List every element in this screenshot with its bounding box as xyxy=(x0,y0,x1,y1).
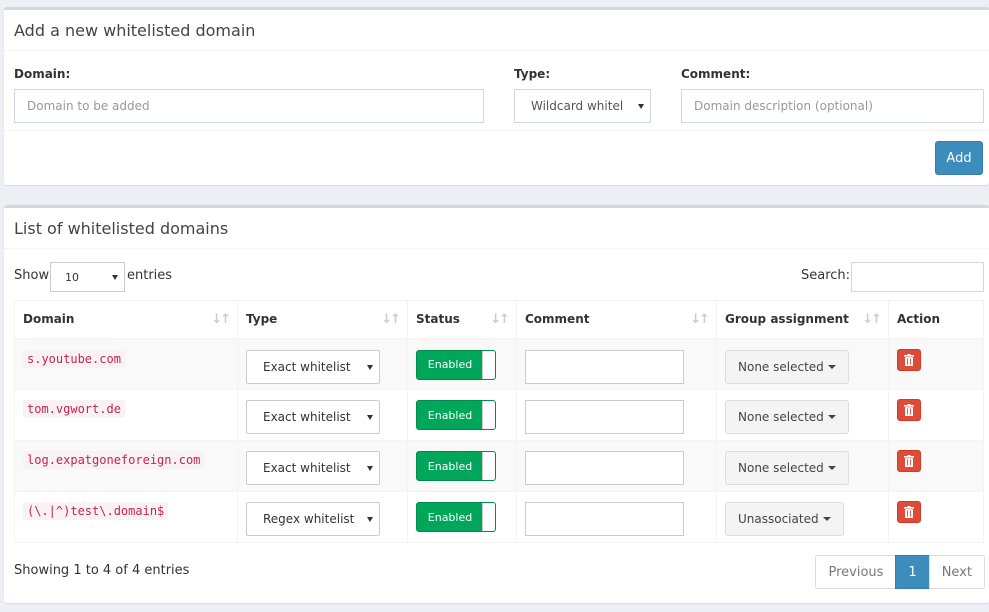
add-domain-divider xyxy=(4,130,989,131)
group-dropdown[interactable]: None selected xyxy=(725,349,849,384)
trash-icon xyxy=(904,353,914,366)
add-button[interactable]: Add xyxy=(935,141,983,175)
chevron-down-icon xyxy=(367,517,373,522)
type-select[interactable]: Wildcard whitel xyxy=(514,89,651,123)
table-info: Showing 1 to 4 of 4 entries xyxy=(14,563,190,578)
type-select[interactable]: Exact whitelist xyxy=(246,451,380,485)
comment-input[interactable] xyxy=(681,89,984,123)
add-domain-header: Add a new whitelisted domain xyxy=(4,10,989,51)
table-row: s.youtube.com Exact whitelist Enabled No… xyxy=(14,338,984,390)
delete-button[interactable] xyxy=(897,399,921,421)
trash-icon xyxy=(904,455,914,467)
domain-value: log.expatgoneforeign.com xyxy=(23,451,205,469)
domain-value: (\.|^)test\.domain$ xyxy=(23,502,169,520)
toggle-handle xyxy=(482,503,495,531)
pagination-previous[interactable]: Previous xyxy=(815,555,897,589)
comment-field[interactable] xyxy=(525,400,684,434)
chevron-down-icon xyxy=(367,466,373,471)
chevron-down-icon xyxy=(638,104,644,109)
caret-down-icon xyxy=(827,466,836,470)
comment-field[interactable] xyxy=(525,451,684,485)
domain-label: Domain: xyxy=(14,67,71,81)
domain-list-title: List of whitelisted domains xyxy=(14,218,229,238)
trash-icon xyxy=(904,506,914,518)
status-toggle[interactable]: Enabled xyxy=(416,451,496,481)
trash-icon xyxy=(904,404,914,416)
sort-icon: ↓↑ xyxy=(690,312,710,327)
type-select[interactable]: Exact whitelist xyxy=(246,400,380,434)
column-header-group[interactable]: Group assignment ↓↑ xyxy=(716,300,889,340)
delete-button[interactable] xyxy=(897,348,921,371)
type-select-value: Wildcard whitel xyxy=(531,99,624,113)
type-label: Type: xyxy=(514,67,551,81)
pagination-next[interactable]: Next xyxy=(928,555,985,589)
search-input[interactable] xyxy=(851,262,984,292)
page-length-value: 10 xyxy=(65,270,79,284)
domain-list-panel: List of whitelisted domains Show 10 entr… xyxy=(4,205,989,603)
status-toggle[interactable]: Enabled xyxy=(416,502,496,532)
type-select[interactable]: Exact whitelist xyxy=(246,349,380,384)
domain-list-header: List of whitelisted domains xyxy=(4,208,989,249)
toggle-handle xyxy=(482,452,495,480)
toggle-handle xyxy=(482,401,495,429)
chevron-down-icon xyxy=(112,275,118,280)
pagination: Previous 1 Next xyxy=(815,555,985,589)
caret-down-icon xyxy=(827,364,836,369)
add-domain-title: Add a new whitelisted domain xyxy=(14,20,256,40)
delete-button[interactable] xyxy=(897,450,921,472)
column-header-comment[interactable]: Comment ↓↑ xyxy=(516,300,717,340)
group-dropdown[interactable]: None selected xyxy=(725,400,849,434)
group-dropdown[interactable]: Unassociated xyxy=(725,502,844,536)
status-toggle[interactable]: Enabled xyxy=(416,400,496,430)
table-row: (\.|^)test\.domain$ Regex whitelist Enab… xyxy=(14,491,984,543)
column-header-status[interactable]: Status ↓↑ xyxy=(407,300,517,340)
domain-value: s.youtube.com xyxy=(23,349,125,368)
sort-icon: ↓↑ xyxy=(862,312,882,327)
chevron-down-icon xyxy=(367,364,373,370)
table-row: tom.vgwort.de Exact whitelist Enabled No… xyxy=(14,389,984,441)
show-label: Show xyxy=(14,268,50,283)
chevron-down-icon xyxy=(367,415,373,420)
type-select[interactable]: Regex whitelist xyxy=(246,502,380,536)
caret-down-icon xyxy=(827,415,836,419)
sort-icon: ↓↑ xyxy=(490,312,510,327)
table-row: log.expatgoneforeign.com Exact whitelist… xyxy=(14,440,984,492)
comment-field[interactable] xyxy=(525,502,684,536)
domain-table: Domain ↓↑ Type ↓↑ Status ↓↑ Comment ↓↑ Group… xyxy=(14,300,984,543)
delete-button[interactable] xyxy=(897,501,921,523)
sort-icon: ↓↑ xyxy=(381,312,401,327)
entries-label: entries xyxy=(127,268,173,283)
add-domain-panel: Add a new whitelisted domain Domain: Typ… xyxy=(4,7,989,185)
toggle-handle xyxy=(482,350,495,379)
status-toggle[interactable]: Enabled xyxy=(416,349,496,380)
sort-icon: ↓↑ xyxy=(211,312,231,327)
domain-input[interactable] xyxy=(14,89,484,123)
column-header-action: Action xyxy=(888,300,984,340)
caret-down-icon xyxy=(822,517,831,521)
column-header-type[interactable]: Type ↓↑ xyxy=(237,300,408,340)
group-dropdown[interactable]: None selected xyxy=(725,451,849,485)
page-length-select[interactable]: 10 xyxy=(50,262,125,292)
pagination-page-1[interactable]: 1 xyxy=(895,555,930,589)
table-header-row: Domain ↓↑ Type ↓↑ Status ↓↑ Comment ↓↑ Group… xyxy=(14,300,984,340)
comment-field[interactable] xyxy=(525,349,684,384)
domain-value: tom.vgwort.de xyxy=(23,400,125,418)
column-header-domain[interactable]: Domain ↓↑ xyxy=(14,300,238,340)
search-label: Search: xyxy=(801,268,851,283)
comment-label: Comment: xyxy=(681,67,751,81)
